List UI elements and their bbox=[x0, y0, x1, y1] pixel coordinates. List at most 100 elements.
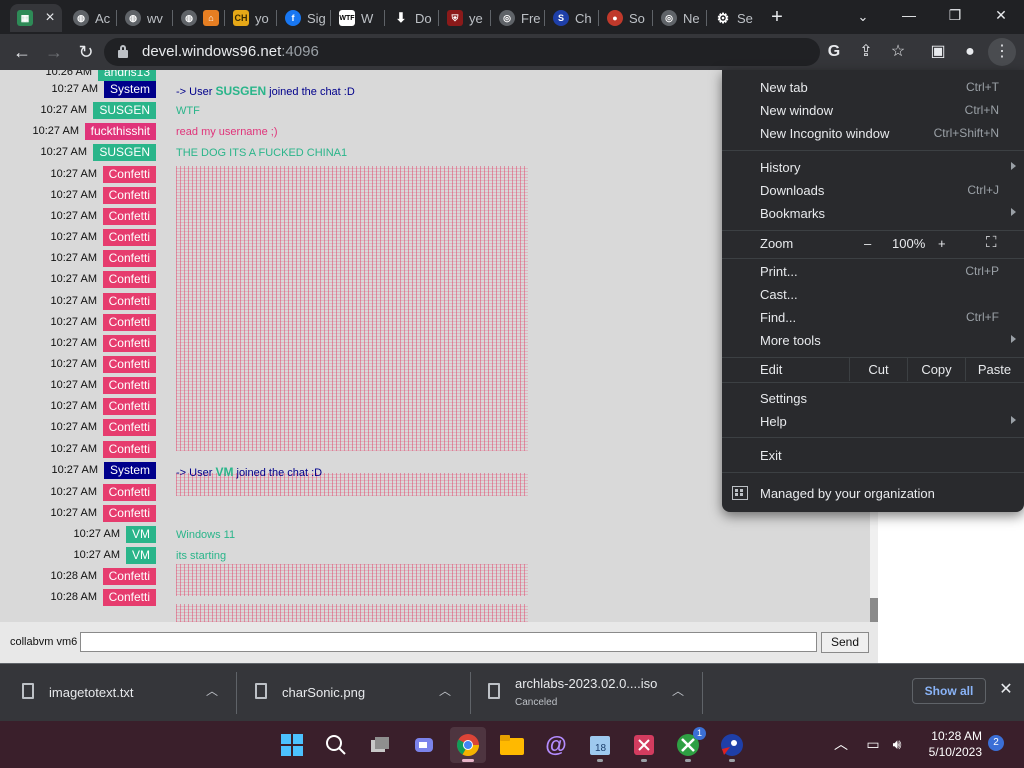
reload-button[interactable]: ↻ bbox=[72, 38, 100, 66]
cut-button[interactable]: Cut bbox=[849, 358, 907, 381]
chat-username-badge[interactable]: Confetti bbox=[102, 229, 156, 246]
close-download-bar-icon[interactable]: ✕ bbox=[996, 680, 1016, 700]
menu-new-tab[interactable]: New tab Ctrl+T bbox=[722, 76, 1024, 99]
chat-username-badge[interactable]: Confetti bbox=[102, 166, 156, 183]
menu-exit[interactable]: Exit bbox=[722, 444, 1024, 467]
restore-button[interactable]: ❐ bbox=[932, 0, 978, 30]
paste-button[interactable]: Paste bbox=[965, 358, 1023, 381]
zoom-in-button[interactable]: + bbox=[938, 236, 946, 251]
clock-time[interactable]: 10:28 AM bbox=[910, 729, 982, 743]
download-item[interactable]: archlabs-2023.02.0....iso Canceled ︿ bbox=[466, 664, 702, 722]
chat-username-badge[interactable]: Confetti bbox=[102, 356, 156, 373]
tab-2[interactable]: ◍ wv bbox=[118, 4, 170, 32]
tab-13[interactable]: ⚙ Se bbox=[708, 4, 760, 32]
menu-help[interactable]: Help bbox=[722, 410, 1024, 433]
volume-icon[interactable]: 🔊︎ bbox=[886, 733, 908, 755]
menu-downloads[interactable]: Downloads Ctrl+J bbox=[722, 179, 1024, 202]
tab-3[interactable]: ◍ ⌂ bbox=[174, 4, 222, 32]
chrome-taskbar-icon[interactable] bbox=[450, 727, 486, 763]
chat-username-badge[interactable]: Confetti bbox=[102, 589, 156, 606]
tab-1[interactable]: ◍ Ac bbox=[66, 4, 114, 32]
chat-username-badge[interactable]: System bbox=[103, 81, 156, 98]
share-icon[interactable]: ⇪ bbox=[852, 38, 880, 66]
download-item[interactable]: imagetotext.txt ︿ bbox=[0, 664, 236, 722]
zoom-out-button[interactable]: – bbox=[864, 236, 871, 251]
close-tab-icon[interactable]: × bbox=[42, 10, 58, 26]
chevron-up-icon[interactable]: ︿ bbox=[202, 681, 222, 701]
close-window-button[interactable]: ✕ bbox=[978, 0, 1024, 30]
profile-icon[interactable]: ● bbox=[956, 38, 984, 66]
chat-input[interactable] bbox=[80, 632, 817, 652]
back-button[interactable]: ← bbox=[8, 38, 36, 66]
tab-9[interactable]: ◎ Fre bbox=[492, 4, 542, 32]
lock-icon[interactable] bbox=[118, 45, 128, 58]
chat-username-badge[interactable]: Confetti bbox=[102, 271, 156, 288]
menu-new-window[interactable]: New window Ctrl+N bbox=[722, 99, 1024, 122]
copy-button[interactable]: Copy bbox=[907, 358, 965, 381]
chevron-up-icon[interactable]: ︿ bbox=[435, 681, 455, 701]
google-lens-icon[interactable]: G bbox=[820, 38, 848, 66]
chat-username-badge[interactable]: Confetti bbox=[102, 484, 156, 501]
show-all-button[interactable]: Show all bbox=[912, 678, 986, 704]
notification-badge[interactable]: 2 bbox=[988, 735, 1004, 751]
menu-settings[interactable]: Settings bbox=[722, 387, 1024, 410]
menu-more-tools[interactable]: More tools bbox=[722, 329, 1024, 352]
chat-username-badge[interactable]: Confetti bbox=[102, 568, 156, 585]
chat-username-badge[interactable]: Confetti bbox=[102, 187, 156, 204]
chat-username-badge[interactable]: Confetti bbox=[102, 208, 156, 225]
send-button[interactable]: Send bbox=[821, 632, 869, 653]
chat-username-badge[interactable]: Confetti bbox=[102, 250, 156, 267]
fullscreen-icon[interactable]: ⛶ bbox=[986, 234, 997, 251]
chevron-up-icon[interactable]: ︿ bbox=[830, 733, 852, 755]
chevron-up-icon[interactable]: ︿ bbox=[668, 681, 688, 701]
address-bar[interactable]: devel.windows96.net:4096 bbox=[104, 38, 820, 66]
network-icon[interactable]: ▭ bbox=[862, 733, 884, 755]
tab-10[interactable]: S Ch bbox=[546, 4, 596, 32]
chrome-menu-button[interactable]: ⋮ bbox=[988, 38, 1016, 66]
teams-chat-icon[interactable] bbox=[406, 727, 442, 763]
download-item[interactable]: charSonic.png ︿ bbox=[233, 664, 469, 722]
chat-username-badge[interactable]: Confetti bbox=[102, 314, 156, 331]
menu-new-incognito[interactable]: New Incognito window Ctrl+Shift+N bbox=[722, 122, 1024, 145]
chat-username-badge[interactable]: Confetti bbox=[102, 293, 156, 310]
menu-managed[interactable]: Managed by your organization bbox=[722, 482, 1024, 505]
tab-7[interactable]: ⬇ Do bbox=[386, 4, 436, 32]
calendar-app-icon[interactable]: 18 bbox=[582, 727, 618, 763]
tab-12[interactable]: ◎ Ne bbox=[654, 4, 704, 32]
chat-username-badge[interactable]: VM bbox=[126, 526, 156, 543]
chat-username-badge[interactable]: Confetti bbox=[102, 419, 156, 436]
clock-date[interactable]: 5/10/2023 bbox=[910, 745, 982, 759]
email-at-icon[interactable]: @ bbox=[538, 727, 574, 763]
chat-username-badge[interactable]: SUSGEN bbox=[93, 144, 156, 161]
chat-username-badge[interactable]: VM bbox=[126, 547, 156, 564]
tab-active[interactable]: ▦ × bbox=[10, 4, 62, 32]
menu-history[interactable]: History bbox=[722, 156, 1024, 179]
tab-search-icon[interactable]: ⌄ bbox=[852, 6, 874, 28]
tab-8[interactable]: ⛨ ye bbox=[440, 4, 488, 32]
tab-11[interactable]: ● So bbox=[600, 4, 650, 32]
start-button[interactable] bbox=[274, 727, 310, 763]
chat-username-badge[interactable]: Confetti bbox=[102, 441, 156, 458]
task-view-icon[interactable] bbox=[362, 727, 398, 763]
tab-5[interactable]: f Sig bbox=[278, 4, 328, 32]
minimize-button[interactable]: — bbox=[886, 0, 932, 30]
menu-print[interactable]: Print... Ctrl+P bbox=[722, 260, 1024, 283]
tab-6[interactable]: WTF W bbox=[332, 4, 382, 32]
chat-username-badge[interactable]: Confetti bbox=[102, 398, 156, 415]
search-icon[interactable] bbox=[318, 727, 354, 763]
chat-username-badge[interactable]: SUSGEN bbox=[93, 102, 156, 119]
chat-username-badge[interactable]: fuckthisshit bbox=[84, 123, 156, 140]
menu-bookmarks[interactable]: Bookmarks bbox=[722, 202, 1024, 225]
sonic-app-icon[interactable] bbox=[714, 727, 750, 763]
chat-username-badge[interactable]: Confetti bbox=[102, 377, 156, 394]
snipping-tool-icon[interactable] bbox=[626, 727, 662, 763]
side-panel-icon[interactable]: ▣ bbox=[924, 38, 952, 66]
new-tab-button[interactable]: + bbox=[764, 6, 790, 28]
chat-username-badge[interactable]: Confetti bbox=[102, 505, 156, 522]
chat-username-badge[interactable]: Confetti bbox=[102, 335, 156, 352]
forward-button[interactable]: → bbox=[40, 38, 68, 66]
bookmark-star-icon[interactable]: ☆ bbox=[884, 38, 912, 66]
xbox-icon[interactable]: 1 bbox=[670, 727, 706, 763]
menu-find[interactable]: Find... Ctrl+F bbox=[722, 306, 1024, 329]
menu-cast[interactable]: Cast... bbox=[722, 283, 1024, 306]
